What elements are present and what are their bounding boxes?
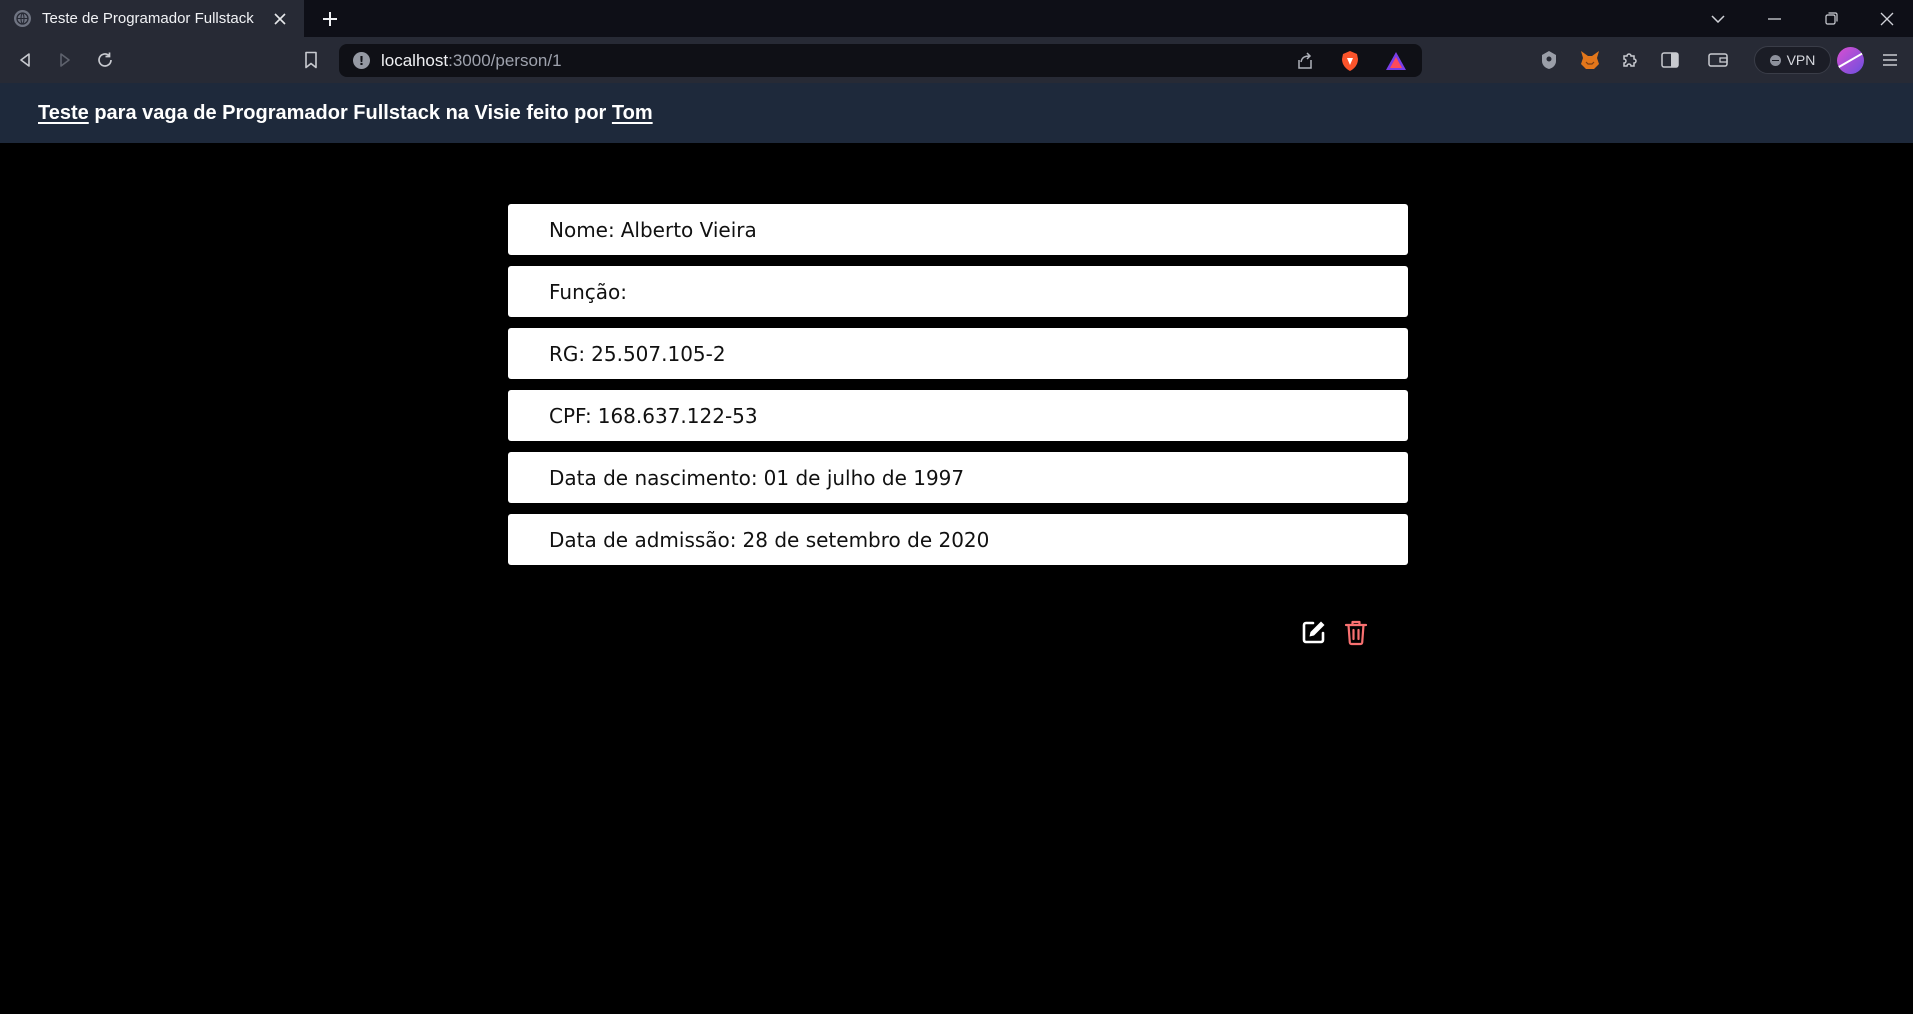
extensions-puzzle-icon[interactable]	[1618, 48, 1642, 72]
trash-icon[interactable]	[1342, 618, 1370, 646]
field-data-admissao: Data de admissão: 28 de setembro de 2020	[508, 514, 1408, 565]
field-label: Data de admissão:	[549, 527, 737, 552]
globe-icon	[14, 10, 31, 27]
field-cpf: CPF: 168.637.122-53	[508, 390, 1408, 441]
url-path: :3000/person/1	[448, 51, 562, 70]
restore-icon[interactable]	[1803, 0, 1859, 37]
close-tab-icon[interactable]	[270, 9, 290, 29]
author-link[interactable]: Tom	[612, 102, 653, 124]
teste-link[interactable]: Teste	[38, 102, 89, 124]
profile-avatar[interactable]	[1837, 47, 1864, 74]
browser-toolbar: ! localhost:3000/person/1 VPN	[0, 37, 1913, 83]
field-nome: Nome: Alberto Vieira	[508, 204, 1408, 255]
browser-tab[interactable]: Teste de Programador Fullstack	[0, 0, 304, 37]
forward-icon[interactable]	[53, 48, 77, 72]
title-text: para vaga de Programador Fullstack na Vi…	[88, 101, 612, 124]
field-label: CPF:	[549, 403, 592, 428]
brave-rewards-icon[interactable]	[1385, 50, 1407, 72]
app-header: Teste para vaga de Programador Fullstack…	[0, 83, 1913, 143]
site-info-icon[interactable]: !	[353, 52, 370, 69]
wallet-icon[interactable]	[1706, 48, 1730, 72]
edit-icon[interactable]	[1300, 618, 1328, 646]
metamask-fox-icon[interactable]	[1578, 48, 1602, 72]
field-value: 25.507.105-2	[591, 341, 726, 366]
field-label: Data de nascimento:	[549, 465, 758, 490]
extension-shield-icon[interactable]	[1537, 48, 1561, 72]
close-window-icon[interactable]	[1860, 0, 1913, 37]
tab-title: Teste de Programador Fullstack	[42, 10, 254, 27]
brave-shields-icon[interactable]	[1339, 50, 1361, 72]
back-icon[interactable]	[13, 48, 37, 72]
field-funcao: Função:	[508, 266, 1408, 317]
page-title: Teste para vaga de Programador Fullstack…	[38, 102, 653, 125]
share-icon[interactable]	[1294, 50, 1316, 72]
bookmark-icon[interactable]	[299, 48, 323, 72]
field-label: Nome:	[549, 217, 615, 242]
vpn-label: VPN	[1786, 52, 1816, 68]
field-value: 168.637.122-53	[597, 403, 758, 428]
menu-hamburger-icon[interactable]	[1878, 48, 1902, 72]
minimize-icon[interactable]	[1746, 0, 1802, 37]
field-data-nascimento: Data de nascimento: 01 de julho de 1997	[508, 452, 1408, 503]
field-value: 01 de julho de 1997	[763, 465, 965, 490]
browser-tab-strip: Teste de Programador Fullstack	[0, 0, 1913, 37]
field-value: 28 de setembro de 2020	[742, 527, 990, 552]
tab-search-chevron-icon[interactable]	[1690, 0, 1746, 37]
vpn-status-icon	[1769, 54, 1781, 66]
person-actions	[1300, 618, 1370, 646]
vpn-button[interactable]: VPN	[1754, 46, 1831, 74]
url-text[interactable]: localhost:3000/person/1	[381, 51, 562, 71]
field-value: Alberto Vieira	[620, 217, 757, 242]
field-rg: RG: 25.507.105-2	[508, 328, 1408, 379]
person-details: Nome: Alberto Vieira Função: RG: 25.507.10…	[508, 204, 1408, 576]
field-label: RG:	[549, 341, 586, 366]
field-label: Função:	[549, 279, 627, 304]
url-host: localhost	[381, 51, 449, 70]
address-bar[interactable]: ! localhost:3000/person/1	[339, 44, 1422, 77]
sidebar-toggle-icon[interactable]	[1658, 48, 1682, 72]
new-tab-icon[interactable]	[318, 7, 342, 31]
reload-icon[interactable]	[93, 48, 117, 72]
